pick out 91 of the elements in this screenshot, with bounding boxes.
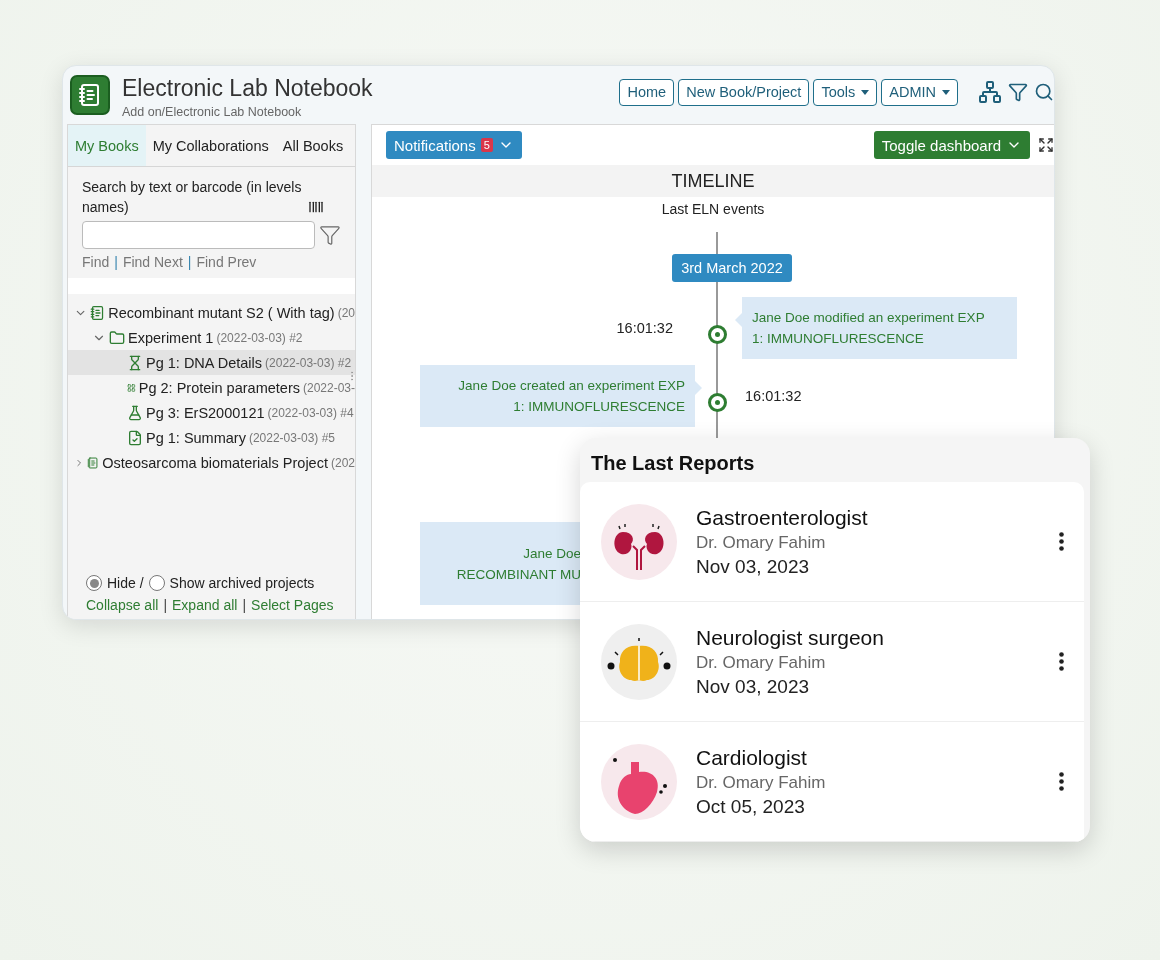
timeline-title: TIMELINE (671, 170, 755, 192)
tree-item-meta: (2022-03-03) #2 (216, 330, 303, 345)
tree-item[interactable]: Recombinant mutant S2 ( With tag) (20 (68, 300, 355, 325)
report-item[interactable]: Neurologist surgeon Dr. Omary Fahim Nov 03, 2023 (580, 602, 1084, 722)
report-title: Cardiologist (696, 745, 808, 770)
event-time: 16:01:32 (616, 320, 673, 336)
more-options-button[interactable] (1059, 772, 1064, 791)
tree-item-label: Pg 3: ErS2000121 (146, 404, 265, 421)
tree-item-label: Pg 2: Protein parameters (138, 379, 300, 396)
timeline-dot (707, 392, 727, 412)
nav-button[interactable]: ADMIN (881, 78, 958, 106)
radio-button[interactable] (86, 575, 102, 591)
radio-label: Show archived projects (169, 575, 315, 591)
search-icon[interactable] (1034, 82, 1054, 102)
find-link[interactable]: Find Prev (196, 254, 257, 270)
document-icon (127, 429, 143, 446)
tree-item[interactable]: Pg 1: Summary (2022-03-03) #5 (68, 425, 355, 450)
barcode-icon[interactable] (308, 199, 324, 215)
notebook-logo-icon (70, 75, 110, 115)
radio-button[interactable] (148, 575, 165, 591)
tree-item-meta: (20 (337, 305, 355, 320)
filter-icon[interactable] (319, 224, 341, 246)
search-field[interactable] (82, 221, 316, 249)
tree-item-meta: (2022-03-03) #2 (265, 355, 352, 370)
folder-icon (109, 329, 125, 346)
tree-item-meta: (2022-03- (302, 380, 355, 395)
card-title: The Last Reports (590, 451, 756, 476)
find-link[interactable]: Find Next (122, 254, 183, 270)
notifications-button[interactable]: Notifications 5 (386, 131, 522, 159)
notification-count: 5 (480, 138, 493, 152)
event-text: Jane Doe modified an experiment EXP 1: IMMUNOFLURESCENCE (752, 309, 985, 348)
tree-item[interactable]: Pg 2: Protein parameters (2022-03- (68, 375, 355, 400)
search-label: Search by text or barcode (in levels names) (82, 178, 303, 217)
toggle-dashboard-button[interactable]: Toggle dashboard (873, 131, 1030, 159)
report-title: Neurologist surgeon (696, 625, 885, 650)
report-item[interactable]: Cardiologist Dr. Omary Fahim Oct 05, 2023 (580, 722, 1084, 842)
notebook-icon (87, 454, 100, 471)
radio-label: Hide / (107, 575, 144, 591)
notebook-icon (90, 304, 106, 321)
tree-action-link[interactable]: Select Pages (251, 597, 334, 613)
report-date: Oct 05, 2023 (696, 795, 806, 818)
flask-icon (127, 404, 143, 421)
tree-item-meta: (202 (330, 455, 355, 470)
separator: | (242, 597, 247, 613)
app-title: Electronic Lab Notebook (122, 75, 374, 102)
timeline-subtitle: Last ELN events (660, 201, 766, 217)
expand-icon[interactable] (1038, 137, 1054, 153)
tree-item-label: Recombinant mutant S2 ( With tag) (108, 304, 335, 321)
event-time: 16:01:32 (745, 388, 802, 404)
nav-button[interactable]: New Book/Project (678, 78, 810, 106)
tree-item[interactable]: Pg 1: DNA Details (2022-03-03) #2 (68, 350, 355, 375)
tree-item[interactable]: Experiment 1 (2022-03-03) #2 (68, 325, 355, 350)
hourglass-icon (127, 354, 143, 371)
more-vertical-icon (1059, 532, 1064, 551)
tree-item-label: Pg 1: Summary (146, 429, 246, 446)
breadcrumb: Add on/Electronic Lab Notebook (122, 105, 303, 119)
event-text: Jane Doe created an experiment EXP 1: IMMUNOFLURESCENCE (458, 377, 685, 416)
nav-button[interactable]: Home (619, 78, 675, 106)
tree-item-meta: (2022-03-03) #5 (248, 430, 335, 445)
report-item[interactable]: Gastroenterologist Dr. Omary Fahim Nov 03, 2023 (580, 482, 1084, 602)
tree-item[interactable]: Osteosarcoma biomaterials Project (202 (68, 450, 355, 475)
more-vertical-icon (1059, 652, 1064, 671)
nav-button[interactable]: Tools (813, 78, 878, 106)
separator: | (163, 597, 167, 613)
more-options-button[interactable] (1059, 532, 1064, 551)
tree-item-label: Pg 1: DNA Details (146, 354, 263, 371)
hierarchy-icon[interactable] (978, 80, 1002, 104)
tree-item-meta: (2022-03-03) #4 (267, 405, 354, 420)
tab[interactable]: My Books (68, 125, 146, 166)
timeline-dot (707, 324, 727, 344)
separator: | (187, 254, 192, 270)
find-link[interactable]: Find (82, 254, 110, 270)
tab[interactable]: My Collaborations (145, 125, 276, 166)
tree-action-link[interactable]: Collapse all (86, 597, 159, 613)
tree-item[interactable]: Pg 3: ErS2000121 (2022-03-03) #4 (68, 400, 355, 425)
tree-item-label: Osteosarcoma biomaterials Project (102, 454, 328, 471)
report-title: Gastroenterologist (696, 505, 869, 530)
filter-icon[interactable] (1008, 82, 1028, 102)
doctor-name: Dr. Omary Fahim (696, 652, 827, 673)
tree-action-link[interactable]: Expand all (172, 597, 238, 613)
doctor-name: Dr. Omary Fahim (696, 772, 827, 793)
doctor-name: Dr. Omary Fahim (696, 532, 827, 553)
separator: | (114, 254, 118, 270)
event-text: Jane Doe RECOMBINANT MU (456, 544, 581, 584)
tab[interactable]: All Books (275, 125, 351, 166)
more-vertical-icon (1059, 772, 1064, 791)
tree-item-label: Experiment 1 (128, 329, 214, 346)
date-badge: 3rd March 2022 (672, 254, 792, 282)
report-date: Nov 03, 2023 (696, 555, 811, 578)
more-options-button[interactable] (1059, 652, 1064, 671)
report-date: Nov 03, 2023 (696, 675, 811, 698)
